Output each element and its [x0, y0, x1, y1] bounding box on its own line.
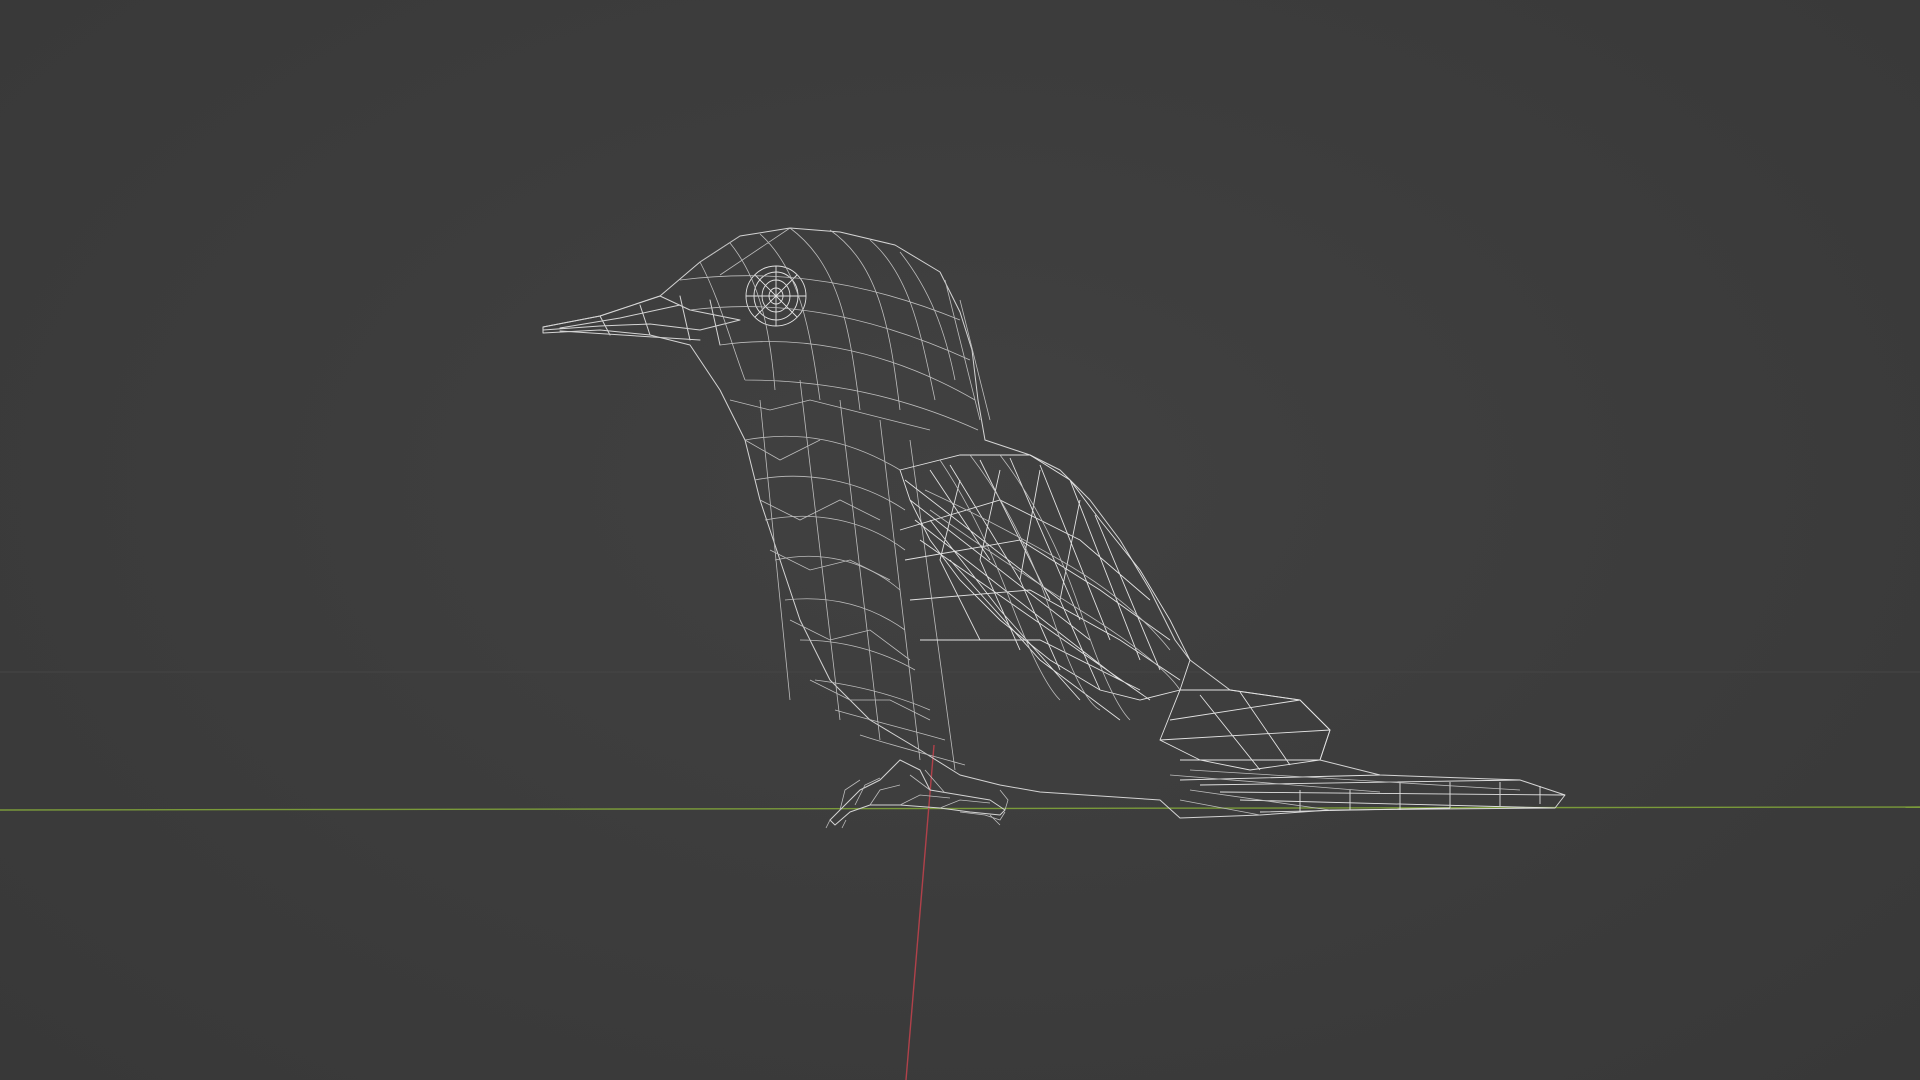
bird-wing — [899, 454, 1191, 721]
bird-tail — [1159, 689, 1566, 816]
bird-chest-rings — [744, 379, 966, 771]
x-axis-line — [0, 806, 1920, 811]
bird-feet — [825, 759, 1009, 829]
bird-body-mesh — [729, 279, 991, 721]
bird-mesh-icon[interactable] — [542, 227, 1566, 829]
3d-viewport[interactable] — [0, 0, 1920, 1080]
viewport-scene[interactable] — [0, 0, 1920, 1080]
bird-eye — [745, 265, 807, 327]
bird-silhouette — [542, 227, 1566, 819]
bird-beak — [542, 295, 741, 346]
